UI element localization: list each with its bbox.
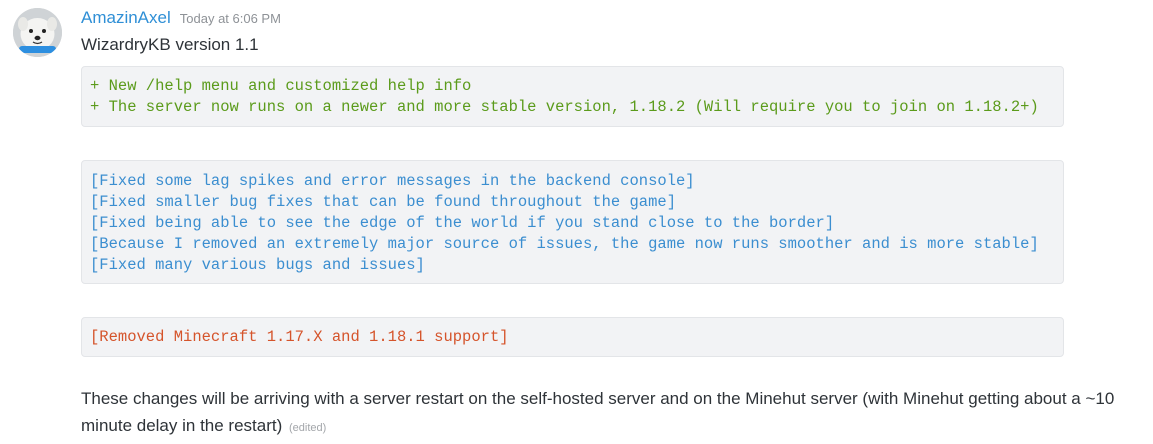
code-line: [Fixed some lag spikes and error message… [90, 172, 695, 190]
message-header: AmazinAxel Today at 6:06 PM [81, 8, 281, 30]
message-body: These changes will be arriving with a se… [81, 385, 1151, 442]
code-line: [Removed Minecraft 1.17.X and 1.18.1 sup… [90, 328, 509, 346]
code-line: + New /help menu and customized help inf… [90, 77, 472, 95]
edited-label: (edited) [289, 422, 327, 434]
username[interactable]: AmazinAxel [81, 8, 171, 28]
diff-code-block: + New /help menu and customized help inf… [81, 66, 1064, 127]
removed-code-block: [Removed Minecraft 1.17.X and 1.18.1 sup… [81, 317, 1064, 357]
code-line: [Fixed being able to see the edge of the… [90, 214, 835, 232]
code-line: [Fixed smaller bug fixes that can be fou… [90, 193, 676, 211]
message-title: WizardryKB version 1.1 [81, 35, 259, 54]
code-line: + The server now runs on a newer and mor… [90, 98, 1039, 116]
code-line: [Because I removed an extremely major so… [90, 235, 1039, 253]
chat-message: AmazinAxel Today at 6:06 PM WizardryKB v… [0, 0, 1153, 444]
code-line: [Fixed many various bugs and issues] [90, 256, 425, 274]
fixes-code-block: [Fixed some lag spikes and error message… [81, 160, 1064, 284]
message-body-text: These changes will be arriving with a se… [81, 389, 1115, 435]
dog-avatar-icon[interactable] [13, 8, 62, 57]
timestamp: Today at 6:06 PM [179, 11, 281, 26]
